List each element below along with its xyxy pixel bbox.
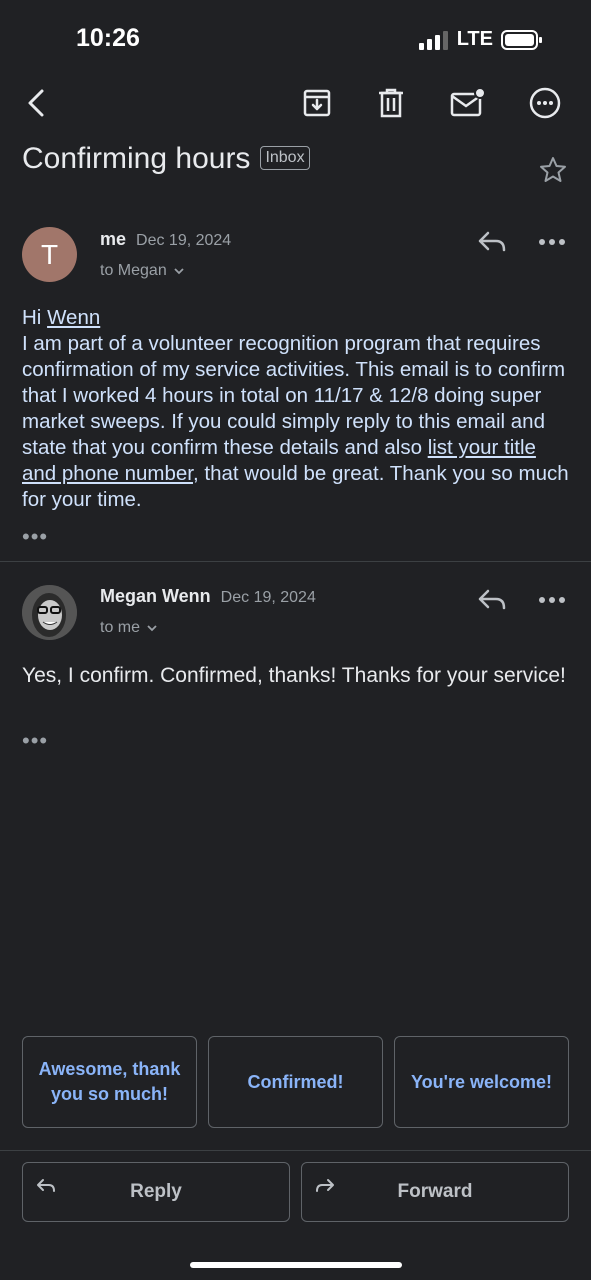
more-horizontal-icon [539, 239, 565, 245]
avatar-me[interactable]: T [22, 227, 77, 282]
message-more-button[interactable] [538, 596, 566, 604]
forward-button[interactable]: Forward [301, 1162, 569, 1222]
reply-label: Reply [130, 1181, 182, 1202]
more-options-button[interactable] [525, 83, 565, 123]
message-date: Dec 19, 2024 [220, 589, 316, 606]
reply-icon [37, 1179, 55, 1192]
mark-unread-button[interactable] [447, 83, 487, 123]
email-subject: Confirming hours Inbox [22, 142, 310, 176]
message-divider [0, 561, 591, 562]
forward-label: Forward [397, 1181, 473, 1202]
reply-button[interactable]: Reply [22, 1162, 290, 1222]
profile-photo-icon [22, 585, 77, 640]
avatar-megan[interactable] [22, 585, 77, 640]
message-1-body: Hi Wenn I am part of a volunteer recogni… [22, 305, 572, 513]
chevron-down-icon [147, 625, 157, 632]
archive-button[interactable] [297, 83, 337, 123]
inbox-label-badge[interactable]: Inbox [260, 146, 310, 170]
star-button[interactable] [538, 155, 568, 185]
back-arrow-icon [28, 89, 44, 117]
delete-button[interactable] [371, 83, 411, 123]
recipient-details-toggle[interactable]: to me [100, 619, 158, 637]
subject-text: Confirming hours [22, 142, 251, 175]
greeting: Hi [22, 306, 48, 329]
sender-name: Megan Wenn [100, 586, 211, 606]
smart-reply-3[interactable]: You're welcome! [394, 1036, 569, 1128]
reply-icon [478, 589, 506, 610]
action-divider [0, 1150, 591, 1151]
home-indicator[interactable] [190, 1262, 402, 1268]
reply-message-button[interactable] [476, 586, 508, 614]
trash-icon [379, 88, 403, 118]
sender-name: me [100, 229, 127, 249]
message-1-header: me Dec 19, 2024 [100, 229, 231, 250]
chevron-down-icon [174, 268, 184, 275]
message-2-body: Yes, I confirm. Confirmed, thanks! Thank… [22, 664, 566, 687]
reply-icon [478, 231, 506, 252]
reply-message-button[interactable] [476, 228, 508, 256]
back-button[interactable] [16, 83, 56, 123]
network-type: LTE [456, 28, 493, 50]
battery-icon [501, 29, 542, 50]
mail-unread-icon [450, 87, 485, 117]
recipient-text: to Megan [100, 262, 167, 279]
show-trimmed-content-button[interactable]: ••• [22, 728, 48, 754]
message-2-header: Megan Wenn Dec 19, 2024 [100, 586, 316, 607]
more-horizontal-icon [539, 597, 565, 603]
show-trimmed-content-button[interactable]: ••• [22, 524, 48, 550]
message-date: Dec 19, 2024 [136, 232, 232, 249]
recipient-text: to me [100, 619, 141, 636]
greeting-name-link[interactable]: Wenn [47, 306, 100, 329]
recipient-details-toggle[interactable]: to Megan [100, 262, 185, 280]
smart-reply-1[interactable]: Awesome, thank you so much! [22, 1036, 197, 1128]
status-time: 10:26 [76, 24, 140, 52]
archive-icon [303, 89, 331, 117]
smart-reply-2[interactable]: Confirmed! [208, 1036, 383, 1128]
status-indicators: LTE [418, 28, 543, 51]
star-icon [540, 157, 566, 182]
signal-icon [418, 30, 448, 50]
more-circle-icon [529, 87, 561, 119]
forward-icon [316, 1179, 334, 1192]
message-more-button[interactable] [538, 238, 566, 246]
